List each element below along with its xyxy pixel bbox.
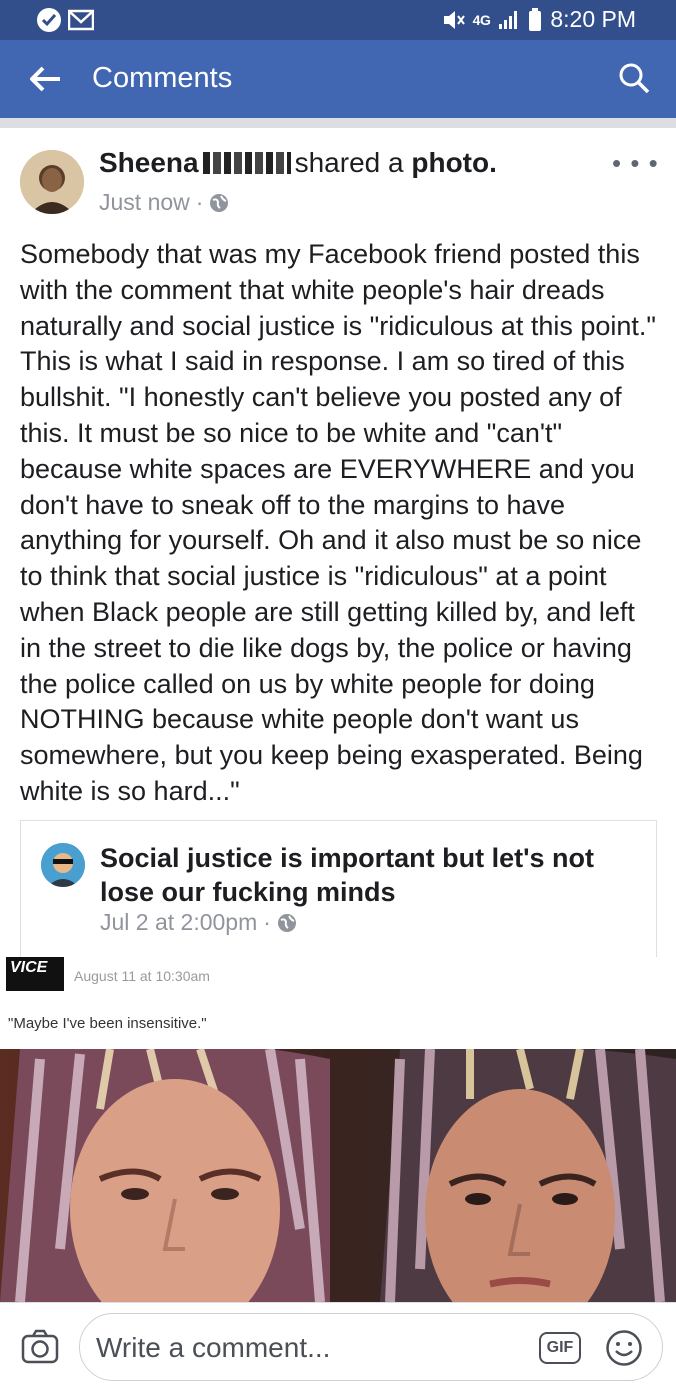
post-timestamp[interactable]: Just now <box>99 189 190 216</box>
vice-logo: VICE <box>6 957 64 991</box>
status-system: 4G 8:20 PM <box>441 6 636 33</box>
page-title: Comments <box>92 62 233 94</box>
shared-post-title[interactable]: Social justice is important but let's no… <box>100 841 640 909</box>
post-meta: Just now · <box>99 189 229 216</box>
mail-icon <box>68 9 94 31</box>
photo-two-women <box>0 1049 676 1302</box>
shared-post-meta: Jul 2 at 2:00pm · <box>100 909 297 936</box>
signal-icon <box>499 10 518 29</box>
battery-icon <box>529 7 542 31</box>
back-arrow-icon[interactable] <box>28 64 62 94</box>
search-icon[interactable] <box>618 62 650 94</box>
comment-placeholder: Write a comment... <box>96 1332 331 1363</box>
gif-icon[interactable]: GIF <box>539 1332 581 1364</box>
more-options-icon[interactable]: • • • <box>612 148 659 179</box>
shared-post-card[interactable]: Social justice is important but let's no… <box>20 820 657 958</box>
shared-photo[interactable]: VICE August 11 at 10:30am "Maybe I've be… <box>0 957 676 1302</box>
redacted-surname <box>202 152 291 174</box>
status-bar: 4G 8:20 PM <box>0 0 676 40</box>
divider <box>0 118 676 128</box>
status-time: 8:20 PM <box>550 6 636 32</box>
shared-post-timestamp[interactable]: Jul 2 at 2:00pm <box>100 909 257 936</box>
meta-separator: · <box>263 909 271 935</box>
network-label: 4G <box>472 11 491 28</box>
embedded-caption: "Maybe I've been insensitive." <box>8 1015 207 1032</box>
shared-post-avatar[interactable] <box>41 843 85 887</box>
check-circle-icon <box>37 8 61 32</box>
author-name[interactable]: Sheena <box>99 147 199 178</box>
mute-icon <box>443 10 465 29</box>
app-header: Comments <box>0 40 676 118</box>
status-notifications <box>36 7 94 33</box>
comment-bar: Write a comment... GIF <box>0 1302 676 1389</box>
post-body-text: Somebody that was my Facebook friend pos… <box>20 239 656 806</box>
camera-icon[interactable] <box>21 1329 59 1365</box>
comment-input[interactable]: Write a comment... GIF <box>79 1313 663 1381</box>
embedded-date: August 11 at 10:30am <box>74 968 210 984</box>
author-avatar[interactable] <box>20 150 84 214</box>
post-action-prefix: shared a <box>294 147 404 178</box>
emoji-icon[interactable] <box>605 1329 643 1367</box>
globe-icon <box>277 913 296 932</box>
globe-icon <box>210 193 229 212</box>
post-header-line: Sheena shared a photo. <box>99 147 497 179</box>
post-action-object[interactable]: photo. <box>411 147 497 178</box>
meta-separator: · <box>195 189 204 215</box>
